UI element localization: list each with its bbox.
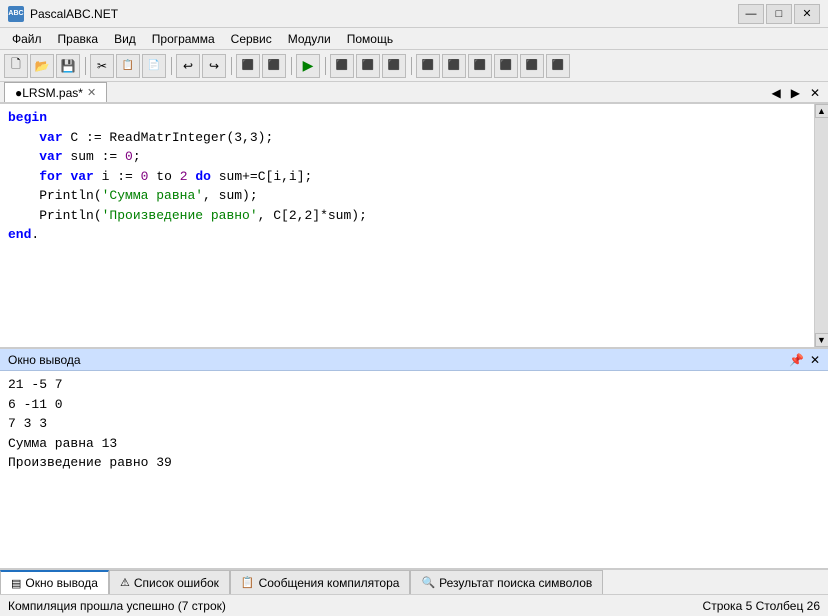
menu-item-модули[interactable]: Модули	[280, 30, 339, 48]
tb-btn-4[interactable]: ⬛	[442, 54, 466, 78]
editor-scroll-area: begin var C := ReadMatrInteger(3,3); var…	[0, 104, 828, 348]
tb-btn-3[interactable]: ⬛	[416, 54, 440, 78]
tab-scroll-left[interactable]: ◀	[767, 84, 784, 102]
editor-area[interactable]: begin var C := ReadMatrInteger(3,3); var…	[0, 104, 828, 348]
toolbar: 🗋 📂 💾 ✂ 📋 📄 ↩ ↪ ⬛ ⬛ ▶ ⬛ ⬛ ⬛ ⬛ ⬛ ⬛ ⬛ ⬛ ⬛	[0, 50, 828, 82]
output-line: 21 -5 7	[8, 375, 820, 395]
redo-button[interactable]: ↪	[202, 54, 226, 78]
tab-label: ●LRSM.pas*	[15, 86, 83, 100]
tab-scroll-right[interactable]: ▶	[787, 84, 804, 102]
app-title: PascalABC.NET	[30, 7, 738, 21]
menu-item-файл[interactable]: Файл	[4, 30, 50, 48]
title-bar: ABC PascalABC.NET — □ ✕	[0, 0, 828, 28]
bottom-tab-icon-2: 📋	[241, 576, 255, 589]
scroll-down-arrow[interactable]: ▼	[815, 333, 828, 347]
status-left: Компиляция прошла успешно (7 строк)	[8, 599, 226, 613]
separator-5	[322, 54, 328, 78]
output-content: 21 -5 76 -11 07 3 3Сумма равна 13Произве…	[0, 371, 828, 568]
menu-item-помощь[interactable]: Помощь	[339, 30, 401, 48]
bottom-tab-label-3: Результат поиска символов	[439, 576, 592, 590]
editor-scrollbar-v[interactable]: ▲ ▼	[814, 104, 828, 347]
bottom-tab-label-2: Сообщения компилятора	[259, 576, 400, 590]
save-button[interactable]: 💾	[56, 54, 80, 78]
open-button[interactable]: 📂	[30, 54, 54, 78]
output-panel: Окно вывода 📌 ✕ 21 -5 76 -11 07 3 3Сумма…	[0, 348, 828, 568]
bottom-tab-label-1: Список ошибок	[134, 576, 219, 590]
separator-3	[228, 54, 234, 78]
compile-button[interactable]: ⬛	[330, 54, 354, 78]
tab-bar: ●LRSM.pas* ✕ ◀ ▶ ✕	[0, 82, 828, 104]
status-right: Строка 5 Столбец 26	[703, 599, 820, 613]
run-button[interactable]: ▶	[296, 54, 320, 78]
undo-button[interactable]: ↩	[176, 54, 200, 78]
new-button[interactable]: 🗋	[4, 54, 28, 78]
cut-button[interactable]: ✂	[90, 54, 114, 78]
bottom-tab-0[interactable]: ▤ Окно вывода	[0, 570, 109, 594]
output-header-controls: 📌 ✕	[789, 353, 820, 367]
pin-icon[interactable]: 📌	[789, 353, 804, 367]
separator-1	[82, 54, 88, 78]
bottom-tab-3[interactable]: 🔍 Результат поиска символов	[410, 570, 603, 594]
output-line: Произведение равно 39	[8, 453, 820, 473]
maximize-button[interactable]: □	[766, 4, 792, 24]
output-line: 6 -11 0	[8, 395, 820, 415]
output-line: 7 3 3	[8, 414, 820, 434]
bottom-tab-icon-0: ▤	[11, 577, 21, 590]
bottom-tab-1[interactable]: ⚠ Список ошибок	[109, 570, 230, 594]
tb-btn-5[interactable]: ⬛	[468, 54, 492, 78]
paste-button[interactable]: 📄	[142, 54, 166, 78]
scroll-thumb-area	[815, 118, 828, 333]
bottom-tab-icon-3: 🔍	[421, 576, 435, 589]
scroll-up-arrow[interactable]: ▲	[815, 104, 828, 118]
menu-item-программа[interactable]: Программа	[144, 30, 223, 48]
step-button[interactable]: ⬛	[262, 54, 286, 78]
tb-btn-1[interactable]: ⬛	[356, 54, 380, 78]
editor-wrapper: begin var C := ReadMatrInteger(3,3); var…	[0, 104, 828, 568]
tb-btn-2[interactable]: ⬛	[382, 54, 406, 78]
menu-item-сервис[interactable]: Сервис	[223, 30, 280, 48]
editor-content: begin var C := ReadMatrInteger(3,3); var…	[0, 104, 828, 249]
separator-6	[408, 54, 414, 78]
menu-item-правка[interactable]: Правка	[50, 30, 107, 48]
status-bar: Компиляция прошла успешно (7 строк) Стро…	[0, 594, 828, 616]
app-icon: ABC	[8, 6, 24, 22]
output-line: Сумма равна 13	[8, 434, 820, 454]
menu-bar: ФайлПравкаВидПрограммаСервисМодулиПомощь	[0, 28, 828, 50]
minimize-button[interactable]: —	[738, 4, 764, 24]
output-header: Окно вывода 📌 ✕	[0, 349, 828, 371]
bottom-tab-label-0: Окно вывода	[25, 576, 98, 590]
editor-tab[interactable]: ●LRSM.pas* ✕	[4, 82, 107, 102]
tb-btn-7[interactable]: ⬛	[520, 54, 544, 78]
copy-button[interactable]: 📋	[116, 54, 140, 78]
tab-close-all[interactable]: ✕	[806, 84, 824, 102]
output-close-btn[interactable]: ✕	[810, 353, 820, 367]
debug-button[interactable]: ⬛	[236, 54, 260, 78]
bottom-tab-icon-1: ⚠	[120, 576, 130, 589]
tb-btn-6[interactable]: ⬛	[494, 54, 518, 78]
tab-right-controls: ◀ ▶ ✕	[767, 84, 824, 102]
window-controls: — □ ✕	[738, 4, 820, 24]
bottom-tab-bar: ▤ Окно вывода ⚠ Список ошибок 📋 Сообщения ком…	[0, 568, 828, 594]
separator-4	[288, 54, 294, 78]
output-title: Окно вывода	[8, 353, 789, 367]
close-button[interactable]: ✕	[794, 4, 820, 24]
menu-item-вид[interactable]: Вид	[106, 30, 144, 48]
tb-btn-8[interactable]: ⬛	[546, 54, 570, 78]
tab-close-btn[interactable]: ✕	[87, 86, 96, 99]
separator-2	[168, 54, 174, 78]
bottom-tab-2[interactable]: 📋 Сообщения компилятора	[230, 570, 411, 594]
